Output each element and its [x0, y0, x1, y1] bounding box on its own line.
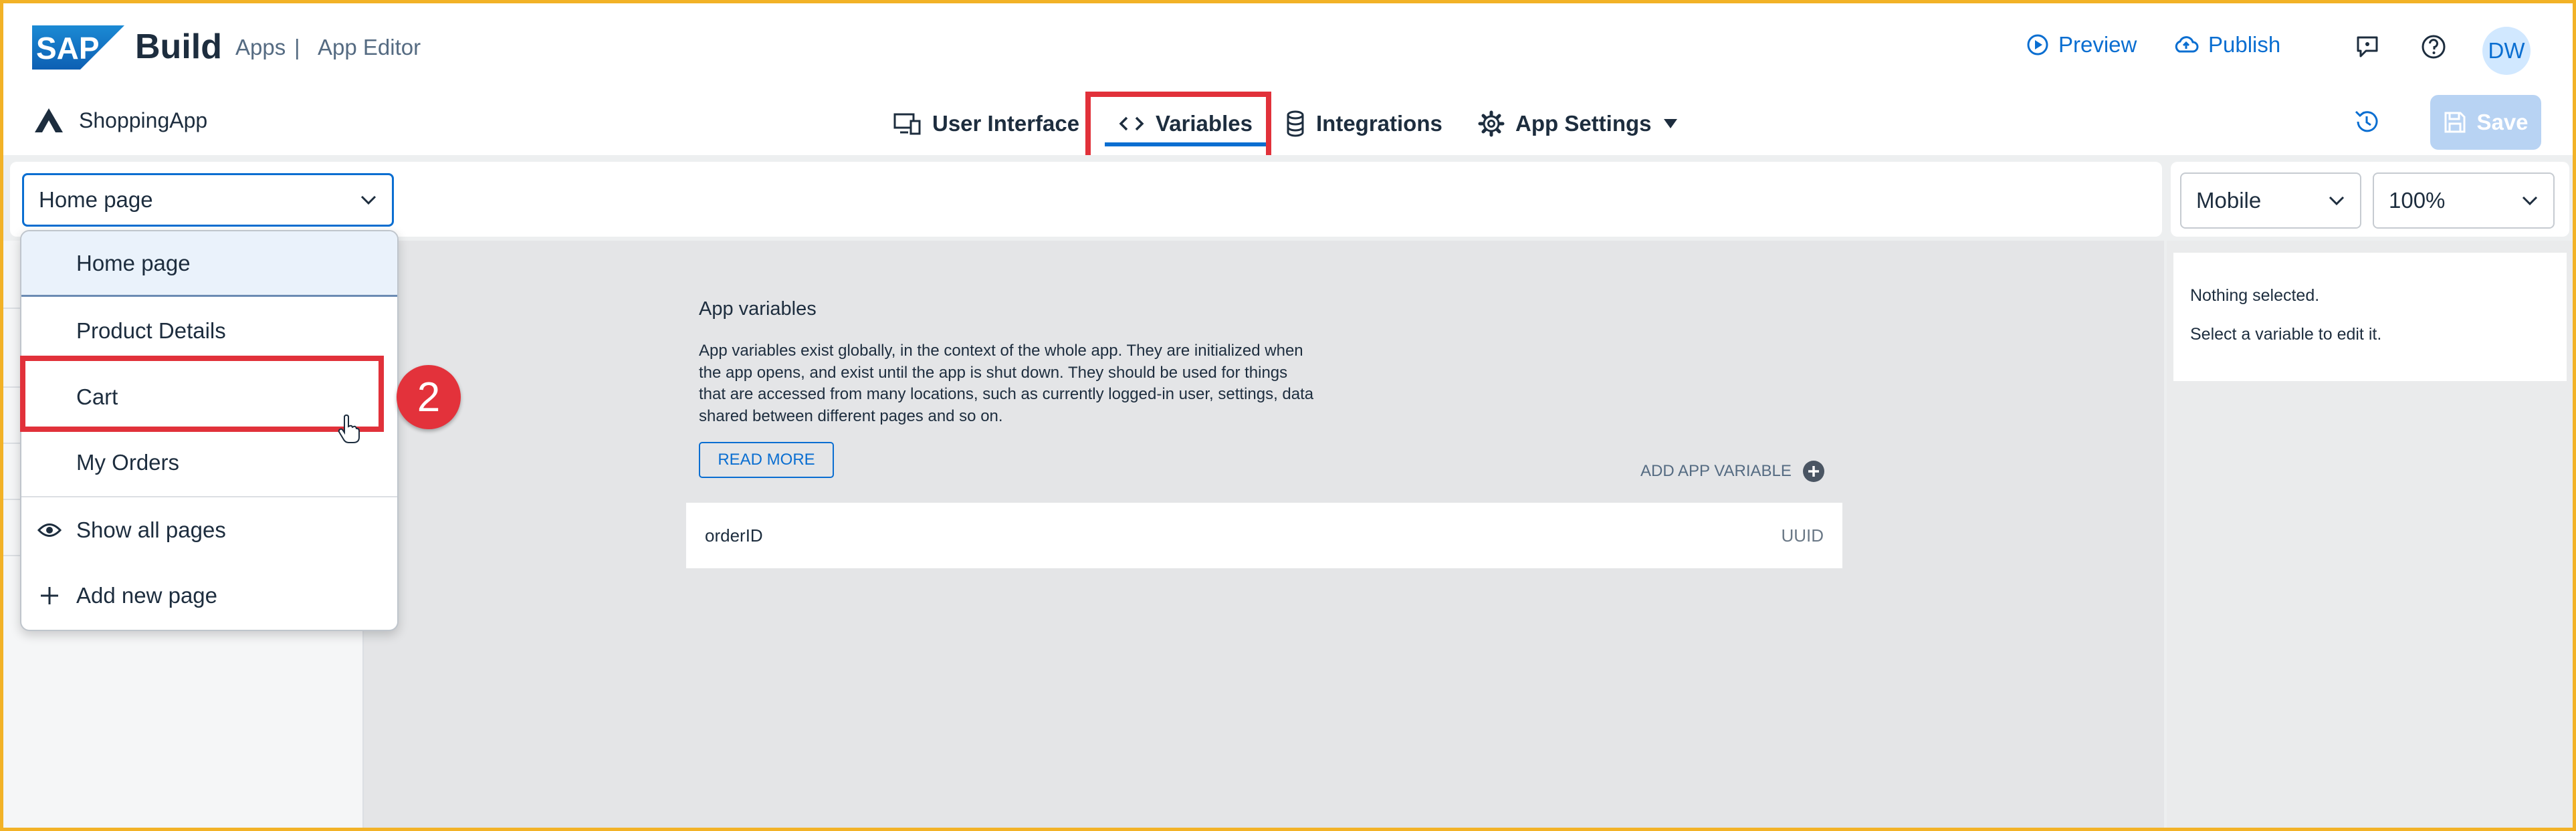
sap-logo-mark: SAP [32, 25, 124, 70]
add-app-variable-label: ADD APP VARIABLE [1640, 462, 1792, 480]
caret-down-icon [1663, 119, 1677, 128]
page-select[interactable]: Home page [22, 173, 394, 227]
option-label: My Orders [76, 450, 180, 475]
option-label: Show all pages [76, 517, 226, 542]
publish-label: Publish [2208, 32, 2281, 57]
sap-logo-text: SAP [36, 31, 100, 66]
callout-cart [20, 356, 384, 432]
variable-name: orderID [705, 525, 763, 546]
help-button[interactable] [2417, 30, 2450, 64]
tab-label: App Settings [1515, 111, 1652, 136]
chevron-down-icon [2522, 196, 2538, 206]
preview-button[interactable]: Preview [2026, 32, 2137, 57]
publish-button[interactable]: Publish [2173, 32, 2280, 57]
app-name-label: ShoppingApp [79, 108, 208, 132]
step-badge-2: 2 [397, 365, 461, 429]
add-circle-icon [1802, 461, 1824, 482]
page-select-value: Home page [39, 187, 153, 212]
variable-type: UUID [1781, 525, 1824, 546]
save-icon [2444, 112, 2466, 133]
variable-row[interactable]: orderID UUID [686, 503, 1842, 568]
history-button[interactable] [2350, 105, 2383, 138]
history-icon [2355, 110, 2378, 132]
option-label: Add new page [76, 583, 218, 608]
user-avatar[interactable]: DW [2482, 27, 2531, 75]
chevron-down-icon [2329, 196, 2345, 206]
callout-variables [1085, 92, 1271, 161]
tab-app-settings[interactable]: App Settings [1478, 107, 1679, 140]
page-option-product-details[interactable]: Product Details [21, 298, 397, 364]
breadcrumb-apps[interactable]: Apps [235, 35, 286, 60]
tab-label: User Interface [932, 111, 1080, 136]
option-label: Product Details [76, 318, 226, 343]
device-select-value: Mobile [2196, 188, 2262, 213]
breadcrumb-app-editor: App Editor [318, 35, 421, 60]
save-button[interactable]: Save [2430, 95, 2541, 150]
device-select[interactable]: Mobile [2180, 172, 2361, 229]
section-title: App variables [699, 298, 817, 320]
page-option-home[interactable]: Home page [21, 231, 397, 297]
option-label: Home page [76, 250, 191, 275]
chevron-down-icon [360, 195, 377, 205]
tab-integrations[interactable]: Integrations [1285, 107, 1442, 140]
cloud-upload-icon [2175, 36, 2199, 53]
app-logo-icon [35, 108, 63, 132]
gear-icon [1478, 110, 1505, 137]
help-icon [2422, 35, 2446, 59]
breadcrumb-separator: | [294, 35, 300, 60]
product-name: Build [135, 27, 222, 66]
section-description: App variables exist globally, in the con… [699, 342, 1314, 425]
show-all-pages-option[interactable]: Show all pages [21, 497, 397, 563]
feedback-icon [2357, 36, 2378, 57]
preview-label: Preview [2058, 32, 2137, 57]
play-circle-icon [2027, 34, 2048, 55]
select-variable-hint: Select a variable to edit it. [2190, 325, 2382, 344]
sap-logo[interactable]: SAP [32, 25, 124, 73]
database-icon [1287, 110, 1304, 137]
plus-icon [37, 584, 62, 608]
add-new-page-option[interactable]: Add new page [21, 563, 397, 628]
add-app-variable-button[interactable]: ADD APP VARIABLE [1640, 460, 1825, 483]
feedback-button[interactable] [2351, 30, 2384, 64]
zoom-select[interactable]: 100% [2373, 172, 2555, 229]
read-more-button[interactable]: READ MORE [699, 442, 834, 478]
nothing-selected-text: Nothing selected. [2190, 286, 2320, 305]
save-label: Save [2476, 110, 2529, 134]
eye-icon [37, 518, 62, 542]
devices-icon [893, 113, 921, 135]
zoom-select-value: 100% [2389, 188, 2446, 213]
tab-user-interface[interactable]: User Interface [893, 107, 1079, 140]
properties-card [2173, 253, 2567, 381]
app-name: ShoppingApp [33, 107, 207, 134]
tab-label: Integrations [1316, 111, 1442, 136]
hand-cursor-icon [338, 414, 360, 447]
